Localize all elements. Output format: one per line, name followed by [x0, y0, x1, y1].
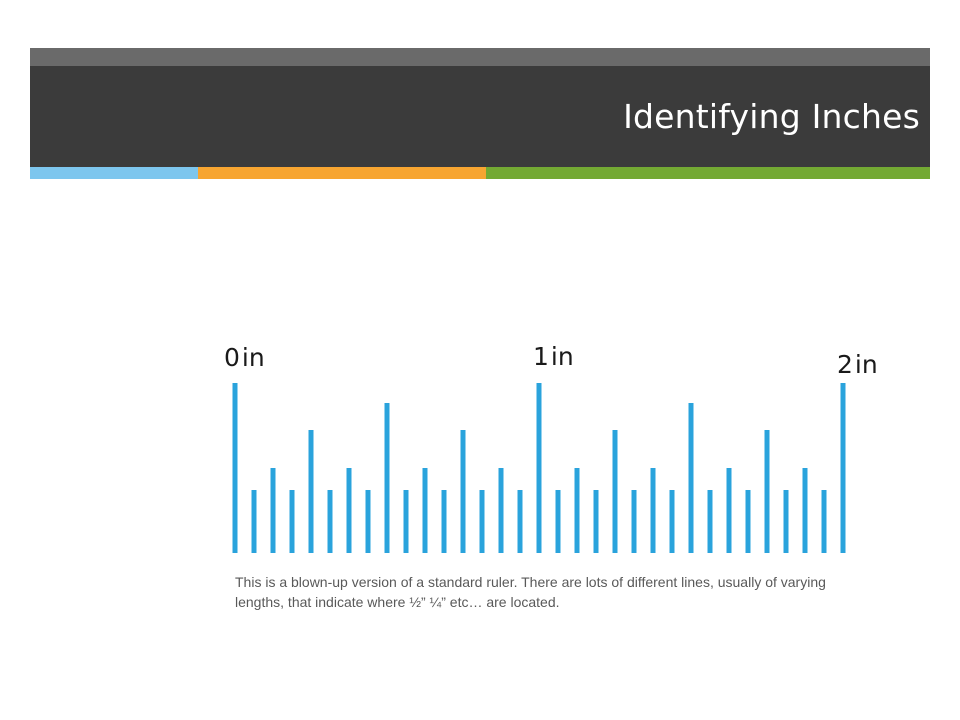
ruler-tick-sixteenth	[365, 490, 371, 553]
ruler-tick-eighth	[726, 468, 732, 553]
ruler-tick-eighth	[802, 468, 808, 553]
ruler-tick-sixteenth	[783, 490, 789, 553]
ruler-tick-sixteenth	[403, 490, 409, 553]
ruler-tick-quarter	[308, 430, 314, 553]
ruler-tick-sixteenth	[821, 490, 827, 553]
ruler-tick-sixteenth	[745, 490, 751, 553]
ruler-tick-inch	[840, 383, 846, 553]
ruler-tick-quarter	[460, 430, 466, 553]
ruler-tick-sixteenth	[707, 490, 713, 553]
ruler-tick-sixteenth	[327, 490, 333, 553]
ruler-tick-half	[688, 403, 694, 553]
ruler-tick-inch	[536, 383, 542, 553]
ruler-tick-sixteenth	[555, 490, 561, 553]
ruler-tick-eighth	[346, 468, 352, 553]
ruler-caption: This is a blown-up version of a standard…	[235, 574, 826, 610]
ruler-tick-quarter	[612, 430, 618, 553]
ruler-tick-sixteenth	[631, 490, 637, 553]
ruler	[232, 383, 846, 553]
ruler-tick-inch	[232, 383, 238, 553]
ruler-tick-half	[384, 403, 390, 553]
ruler-tick-eighth	[498, 468, 504, 553]
ruler-tick-sixteenth	[517, 490, 523, 553]
ruler-tick-quarter	[764, 430, 770, 553]
ruler-tick-eighth	[574, 468, 580, 553]
ruler-tick-sixteenth	[441, 490, 447, 553]
ruler-tick-sixteenth	[289, 490, 295, 553]
ruler-tick-eighth	[422, 468, 428, 553]
ruler-tick-sixteenth	[479, 490, 485, 553]
ruler-tick-sixteenth	[669, 490, 675, 553]
ruler-tick-eighth	[650, 468, 656, 553]
ruler-tick-sixteenth	[593, 490, 599, 553]
ruler-tick-sixteenth	[251, 490, 257, 553]
ruler-tick-eighth	[270, 468, 276, 553]
